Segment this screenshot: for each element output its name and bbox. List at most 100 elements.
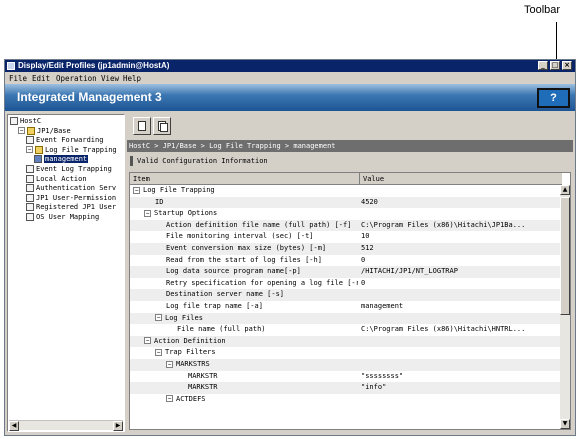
tree-item[interactable]: management xyxy=(34,155,89,164)
table-row[interactable]: − Log File Trapping xyxy=(130,185,560,197)
menu-bar: File Edit Operation View Help xyxy=(5,72,575,84)
close-button[interactable]: × xyxy=(562,61,572,70)
tree-item[interactable]: Local Action xyxy=(26,174,87,184)
table-row[interactable]: Destination server name [-s] xyxy=(130,289,560,301)
collapse-icon[interactable]: − xyxy=(144,337,151,345)
tree-item-label: Authentication Serv xyxy=(36,184,117,193)
row-item-cell: Destination server name [-s] xyxy=(130,289,358,301)
table-row[interactable]: Log file trap name [-a] management xyxy=(130,301,560,313)
table-row[interactable]: − MARKSTRS xyxy=(130,359,560,371)
scroll-left-icon[interactable]: ◀ xyxy=(9,421,19,431)
document-icon xyxy=(26,203,34,212)
tree-item[interactable]: Event Log Trapping xyxy=(26,165,112,174)
tree-item[interactable]: Authentication Serv xyxy=(26,184,116,193)
minimize-button[interactable]: _ xyxy=(538,61,548,70)
row-item-cell: Log data source program name[-p] xyxy=(130,266,358,278)
collapse-icon[interactable]: − xyxy=(133,186,140,194)
table-row[interactable]: File monitoring interval (sec) [-t] 10 xyxy=(130,231,560,243)
table-row[interactable]: − Startup Options xyxy=(130,208,560,220)
scroll-right-icon[interactable]: ▶ xyxy=(113,421,123,431)
tree-item[interactable]: − Log File Trapping xyxy=(26,145,117,155)
table-row[interactable]: Event conversion max size (bytes) [-m] 51… xyxy=(130,243,560,255)
row-value-cell: 0 xyxy=(361,255,366,264)
tree-item[interactable]: HostC xyxy=(10,117,41,126)
menu-view[interactable]: View xyxy=(101,74,119,83)
table-row[interactable]: File name (full path) C:\Program Files (x… xyxy=(130,324,560,336)
tree-item-label: management xyxy=(44,155,89,164)
table-row[interactable]: Retry specification for opening a log fi… xyxy=(130,278,560,290)
title-bar[interactable]: Display/Edit Profiles (jp1admin@HostA) _… xyxy=(5,60,575,72)
section-title: Valid Configuration Information xyxy=(137,157,268,165)
row-item-cell: Action definition file name (full path) … xyxy=(130,220,358,232)
column-header-item[interactable]: Item xyxy=(133,175,150,183)
column-header-value[interactable]: Value xyxy=(363,175,384,183)
toolbar-callout-label: Toolbar xyxy=(524,4,561,16)
tree-item[interactable]: Registered JP1 User xyxy=(26,203,116,212)
collapse-icon[interactable]: − xyxy=(144,209,151,217)
tree-item[interactable]: Event Forwarding xyxy=(26,136,103,145)
scroll-up-icon[interactable]: ▲ xyxy=(560,185,570,195)
table-vertical-scrollbar[interactable]: ▲ ▼ xyxy=(560,185,570,429)
section-header: Valid Configuration Information xyxy=(127,154,573,168)
table-row[interactable]: − Log Files xyxy=(130,312,560,325)
row-value-cell: "ssssssss" xyxy=(361,371,404,380)
table-row[interactable]: − ACTDEFS xyxy=(130,394,560,406)
column-divider[interactable] xyxy=(359,173,360,185)
toolbar-display-button[interactable] xyxy=(133,117,151,135)
product-name: Integrated Management 3 xyxy=(17,90,162,104)
collapse-icon[interactable]: − xyxy=(166,360,173,368)
row-item-label: File name (full path) xyxy=(177,325,266,334)
scrollbar-thumb[interactable] xyxy=(560,197,570,315)
row-item-label: Destination server name [-s] xyxy=(166,290,285,299)
row-item-label: MARKSTRS xyxy=(176,360,210,368)
help-button[interactable]: ? xyxy=(537,88,570,108)
table-row[interactable]: − Trap Filters xyxy=(130,347,560,359)
row-item-label: File monitoring interval (sec) [-t] xyxy=(166,232,314,241)
row-item-label: Trap Filters xyxy=(165,348,216,357)
table-row[interactable]: MARKSTR "ssssssss" xyxy=(130,371,560,383)
row-item-label: ID xyxy=(155,197,164,206)
toolbar-copy-button[interactable] xyxy=(153,117,171,135)
table-row[interactable]: Action definition file name (full path) … xyxy=(130,219,560,232)
row-value-cell: 512 xyxy=(361,244,374,252)
row-item-cell: Event conversion max size (bytes) [-m] xyxy=(130,243,358,255)
configuration-table: Item Value − Log File Trapping ID 4520 − Star… xyxy=(129,172,571,430)
document-icon xyxy=(26,174,34,183)
profile-tree: HostC − JP1/Base Event Forwarding − Log File … xyxy=(7,114,125,432)
collapse-icon[interactable]: − xyxy=(166,395,173,403)
scroll-down-icon[interactable]: ▼ xyxy=(560,419,570,429)
tree-horizontal-scrollbar[interactable]: ◀ ▶ xyxy=(9,420,123,431)
menu-operation[interactable]: Operation xyxy=(56,74,97,83)
row-value-cell: /HITACHI/JP1/NT_LOGTRAP xyxy=(361,267,458,276)
collapse-icon[interactable]: − xyxy=(26,146,33,154)
tree-item[interactable]: − JP1/Base xyxy=(18,126,71,136)
tree-item[interactable]: OS User Mapping xyxy=(26,213,99,222)
collapse-icon[interactable]: − xyxy=(155,314,162,322)
collapse-icon[interactable]: − xyxy=(18,127,25,135)
row-item-label: Retry specification for opening a log fi… xyxy=(166,278,358,287)
row-item-label: Action definition file name (full path) … xyxy=(166,220,352,229)
row-item-label: Read from the start of log files [-h] xyxy=(166,255,322,264)
row-item-label: ACTDEFS xyxy=(176,394,206,403)
collapse-icon[interactable]: − xyxy=(155,348,162,356)
table-row[interactable]: Read from the start of log files [-h] 0 xyxy=(130,255,560,267)
row-item-label: Log Files xyxy=(165,313,203,322)
table-row[interactable]: − Action Definition xyxy=(130,335,560,348)
row-value-cell: 4520 xyxy=(361,197,378,206)
table-row[interactable]: MARKSTR "info" xyxy=(130,382,560,394)
tree-item[interactable]: JP1 User-Permission xyxy=(26,193,116,203)
row-item-cell: Retry specification for opening a log fi… xyxy=(130,278,358,290)
menu-help[interactable]: Help xyxy=(123,74,141,83)
window-title: Display/Edit Profiles (jp1admin@HostA) xyxy=(18,61,170,70)
table-row[interactable]: Log data source program name[-p] /HITACHI… xyxy=(130,266,560,278)
menu-file[interactable]: File xyxy=(9,74,27,83)
row-item-cell: − MARKSTRS xyxy=(130,359,358,371)
table-row[interactable]: ID 4520 xyxy=(130,196,560,209)
document-icon xyxy=(26,184,34,193)
menu-edit[interactable]: Edit xyxy=(32,74,50,83)
profiles-window: Display/Edit Profiles (jp1admin@HostA) _… xyxy=(4,59,576,436)
display-profile-icon xyxy=(138,121,146,131)
row-item-label: MARKSTR xyxy=(188,383,218,392)
tree-item-label: JP1/Base xyxy=(37,126,71,135)
maximize-button[interactable]: □ xyxy=(550,61,560,70)
